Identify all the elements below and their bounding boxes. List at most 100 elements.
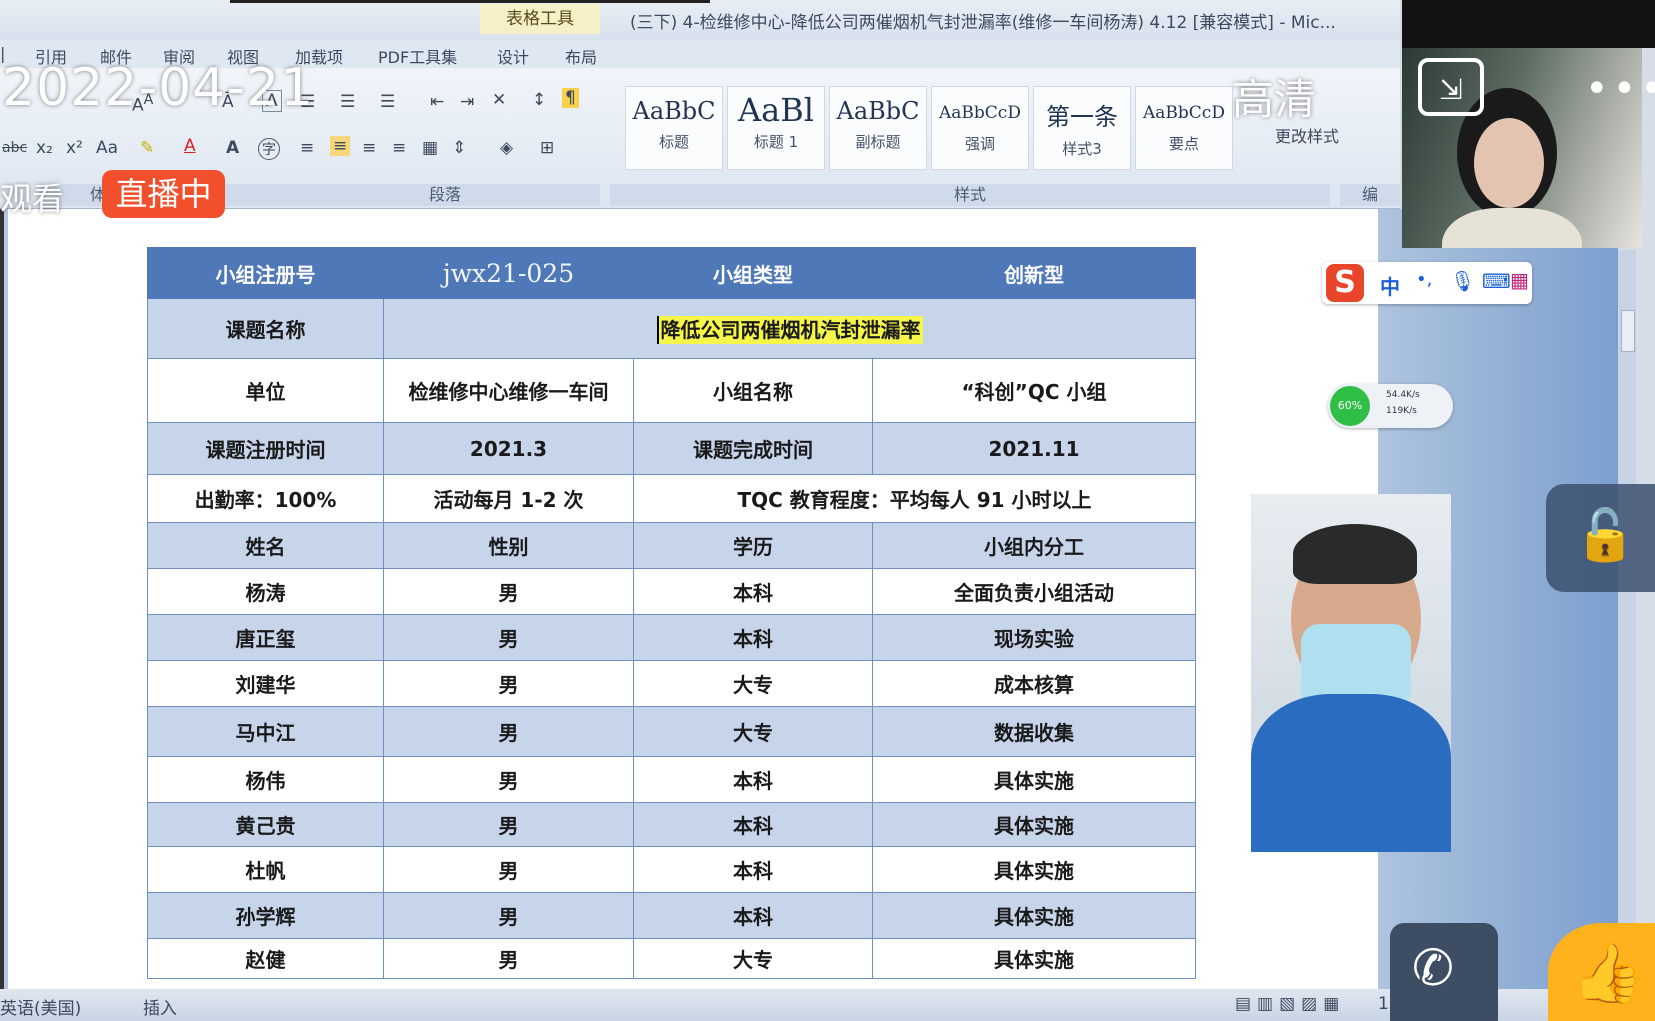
- show-marks-icon[interactable]: ¶: [562, 88, 579, 108]
- member-education: 本科: [633, 614, 873, 661]
- enclose-char-icon[interactable]: 字: [258, 138, 280, 160]
- increase-indent-icon[interactable]: ⇥: [460, 92, 474, 112]
- style-subtitle-label: 副标题: [855, 133, 901, 151]
- line-spacing-icon[interactable]: ⇕: [452, 138, 466, 158]
- scrollbar-thumb[interactable]: [1621, 310, 1635, 352]
- style-style3[interactable]: 第一条 样式3: [1033, 86, 1131, 170]
- col-education-header: 学历: [633, 522, 873, 569]
- style-subtitle-sample: AaBbC: [836, 97, 920, 125]
- style-subtitle[interactable]: AaBbC 副标题: [829, 86, 927, 170]
- editing-group-label: 编: [1340, 184, 1400, 206]
- network-speed-widget[interactable]: 60% 54.4K/s 119K/s: [1328, 384, 1453, 428]
- member-education: 大专: [633, 706, 873, 757]
- quality-toggle[interactable]: 高清: [1232, 66, 1316, 127]
- style-title-label: 标题: [658, 133, 689, 151]
- strikethrough-icon[interactable]: abc: [2, 140, 27, 156]
- font-color-icon[interactable]: A: [184, 136, 196, 156]
- toolbox-icon[interactable]: ▦: [1510, 268, 1529, 292]
- style-emphasis[interactable]: AaBbCcD 强调: [931, 86, 1029, 170]
- align-left-icon[interactable]: ≡: [300, 138, 314, 158]
- menu-pdf-tools[interactable]: PDF工具集: [378, 44, 457, 68]
- member-education: 本科: [633, 756, 873, 803]
- screen-lock-button[interactable]: 🔓: [1546, 484, 1655, 592]
- finish-time-label: 课题完成时间: [633, 422, 873, 475]
- vertical-scrollbar[interactable]: [1618, 250, 1636, 950]
- style-heading1-label: 标题 1: [753, 133, 799, 151]
- member-name: 唐正玺: [147, 614, 384, 661]
- justify-icon[interactable]: ≡: [392, 138, 406, 158]
- view-buttons[interactable]: ▤▥▧▨▦: [1235, 994, 1345, 1014]
- borders-icon[interactable]: ⊞: [540, 138, 554, 158]
- keyboard-icon[interactable]: ⌨: [1482, 269, 1511, 293]
- topic-value-cell[interactable]: 降低公司两催烟机汽封泄漏率: [383, 298, 1196, 359]
- topic-label: 课题名称: [147, 298, 384, 359]
- distribute-icon[interactable]: ▦: [422, 138, 438, 158]
- align-right-icon[interactable]: ≡: [362, 138, 376, 158]
- numbering-icon[interactable]: ☰: [340, 92, 355, 112]
- shading-icon[interactable]: ◈: [500, 138, 513, 158]
- style-heading1[interactable]: AaBl 标题 1: [727, 86, 825, 170]
- team-name-value: “科创”QC 小组: [872, 358, 1196, 423]
- member-name: 黄己贵: [147, 802, 384, 847]
- participant-video[interactable]: [1251, 494, 1451, 852]
- style-keypoint-label: 要点: [1168, 135, 1199, 153]
- style-emphasis-label: 强调: [964, 135, 995, 153]
- superscript-icon[interactable]: x²: [66, 138, 83, 158]
- participant-uniform: [1251, 694, 1451, 852]
- like-button[interactable]: 👍: [1548, 923, 1655, 1021]
- decrease-indent-icon[interactable]: ⇤: [430, 92, 444, 112]
- char-shading-icon[interactable]: A: [226, 138, 239, 158]
- member-education: 本科: [633, 802, 873, 847]
- member-role: 全面负责小组活动: [872, 568, 1196, 615]
- ime-mode-toggle[interactable]: 中: [1380, 271, 1400, 300]
- member-gender: 男: [383, 706, 634, 757]
- style-keypoint[interactable]: AaBbCcD 要点: [1135, 86, 1233, 170]
- language-indicator[interactable]: 英语(美国): [0, 994, 81, 1019]
- sort-icon[interactable]: ↕: [532, 90, 546, 110]
- menu-layout[interactable]: 布局: [565, 44, 597, 68]
- member-role: 具体实施: [872, 756, 1196, 803]
- member-education: 本科: [633, 892, 873, 939]
- dates-row: 课题注册时间 2021.3 课题完成时间 2021.11: [147, 422, 1196, 475]
- member-gender: 男: [383, 568, 634, 615]
- member-gender: 男: [383, 802, 634, 847]
- style-title[interactable]: AaBbC 标题: [625, 86, 723, 170]
- member-name: 杜帆: [147, 846, 384, 893]
- document-title: (三下) 4-检维修中心-降低公司两催烟机气封泄漏率(维修一车间杨涛) 4.12…: [630, 13, 1336, 33]
- chinese-layout-icon[interactable]: ✕: [492, 90, 506, 110]
- microphone-icon[interactable]: 🎙: [1450, 269, 1475, 293]
- member-gender: 男: [383, 846, 634, 893]
- watch-label: 观看: [0, 180, 65, 218]
- table-tools-tab[interactable]: 表格工具: [480, 4, 600, 34]
- video-call-button[interactable]: ✆: [1390, 923, 1498, 1021]
- style-keypoint-sample: AaBbCcD: [1143, 103, 1225, 123]
- member-gender: 男: [383, 892, 634, 939]
- subscript-icon[interactable]: x₂: [36, 138, 53, 158]
- screen-share-icon[interactable]: ⇲: [1418, 58, 1484, 116]
- ime-toolbar[interactable]: S 中 •, 🎙 ⌨ ▦: [1322, 262, 1532, 304]
- unit-label: 单位: [147, 358, 384, 423]
- member-role: 数据收集: [872, 706, 1196, 757]
- attendance-rate: 出勤率：100%: [147, 474, 384, 523]
- paragraph-group-label: 段落: [290, 184, 600, 206]
- qc-team-table: 小组注册号 jwx21-025 小组类型 创新型 课题名称 降低公司两催烟机汽封…: [147, 247, 1196, 979]
- more-options-icon[interactable]: •••: [1585, 66, 1655, 112]
- change-case-icon[interactable]: Aa: [96, 138, 118, 158]
- title-bar-edge: [230, 0, 710, 3]
- align-center-icon[interactable]: ≡: [330, 136, 351, 156]
- highlight-icon[interactable]: ✎: [140, 138, 154, 158]
- attendance-row: 出勤率：100% 活动每月 1-2 次 TQC 教育程度：平均每人 91 小时以…: [147, 474, 1196, 523]
- window-edge: [0, 209, 4, 989]
- multilevel-list-icon[interactable]: ☰: [380, 92, 395, 112]
- member-name: 杨涛: [147, 568, 384, 615]
- tqc-education: TQC 教育程度：平均每人 91 小时以上: [633, 474, 1196, 523]
- ime-punct-toggle[interactable]: •,: [1416, 269, 1432, 290]
- member-gender: 男: [383, 660, 634, 707]
- thumbs-up-icon: 👍: [1572, 939, 1645, 1007]
- style-style3-sample: 第一条: [1046, 103, 1118, 131]
- member-gender: 男: [383, 938, 634, 979]
- member-education: 大专: [633, 660, 873, 707]
- insert-mode-indicator[interactable]: 插入: [143, 994, 177, 1019]
- col-name-header: 姓名: [147, 522, 384, 569]
- menu-design[interactable]: 设计: [497, 44, 529, 68]
